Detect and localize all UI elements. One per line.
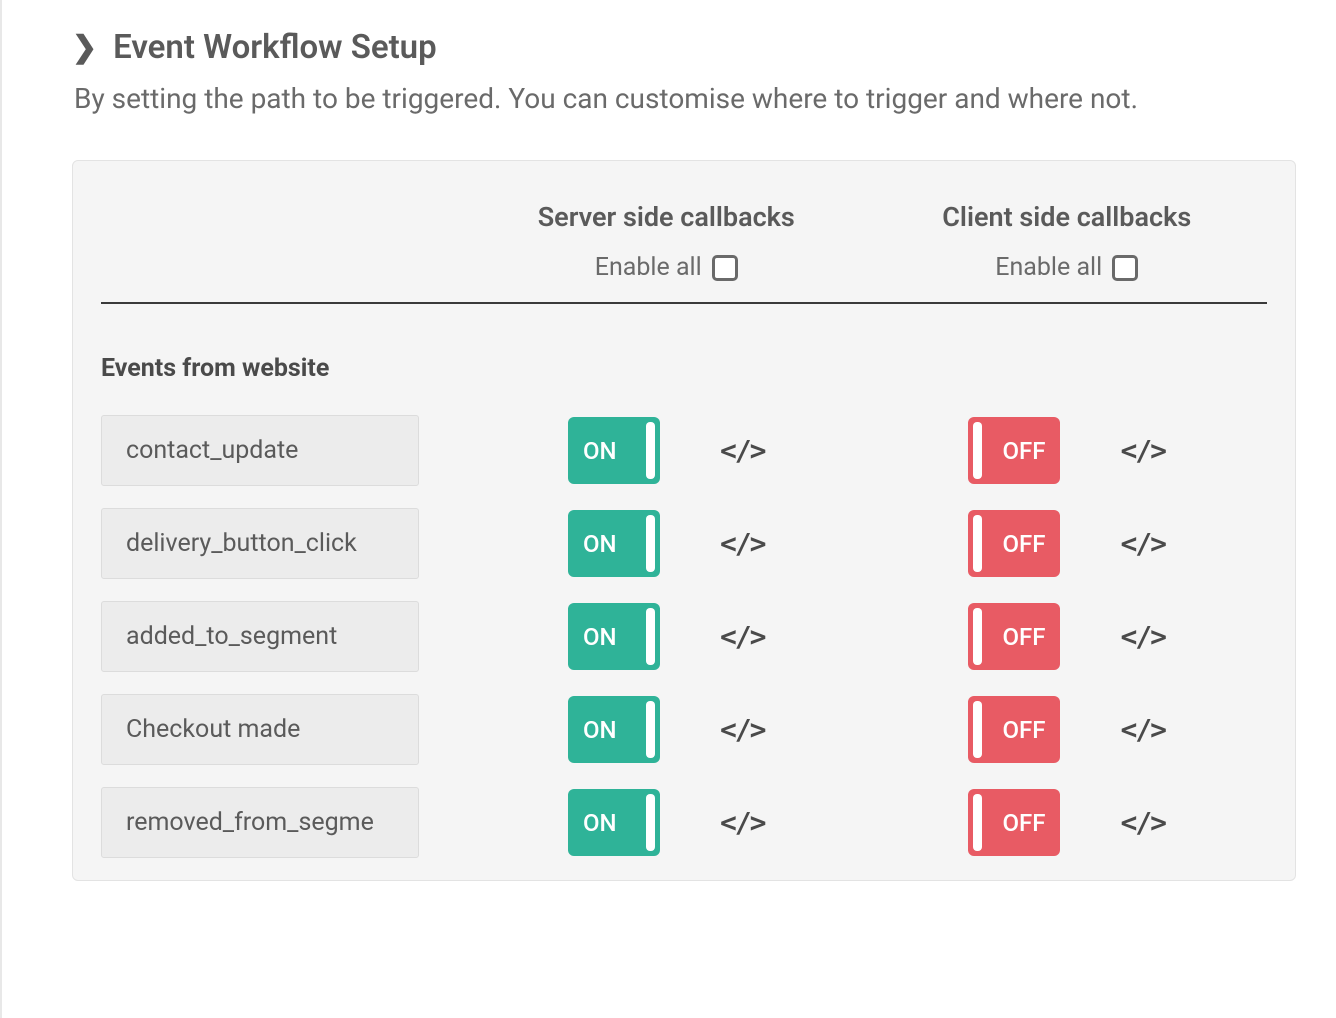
toggle-handle — [646, 794, 655, 851]
server-toggle[interactable]: ON — [568, 789, 660, 856]
event-row: contact_update ON </> OFF </> — [101, 415, 1267, 486]
code-icon[interactable]: </> — [1120, 434, 1165, 467]
toggle-handle — [646, 515, 655, 572]
toggle-label: ON — [573, 716, 627, 744]
server-enable-all-label: Enable all — [595, 253, 702, 282]
server-toggle[interactable]: ON — [568, 510, 660, 577]
toggle-handle — [973, 515, 982, 572]
client-toggle[interactable]: OFF — [968, 417, 1060, 484]
server-enable-all-checkbox[interactable] — [712, 255, 738, 281]
toggle-label: OFF — [992, 716, 1055, 744]
client-enable-all-label: Enable all — [995, 253, 1102, 282]
client-toggle[interactable]: OFF — [968, 603, 1060, 670]
code-icon[interactable]: </> — [720, 806, 765, 839]
code-icon[interactable]: </> — [1120, 620, 1165, 653]
event-row: delivery_button_click ON </> OFF </> — [101, 508, 1267, 579]
code-icon[interactable]: </> — [1120, 527, 1165, 560]
page-title: Event Workflow Setup — [113, 28, 437, 67]
toggle-handle — [973, 794, 982, 851]
section-title: Events from website — [101, 354, 1267, 383]
code-icon[interactable]: </> — [720, 713, 765, 746]
code-icon[interactable]: </> — [720, 434, 765, 467]
event-name: removed_from_segme — [101, 787, 419, 858]
toggle-label: OFF — [992, 623, 1055, 651]
event-name: Checkout made — [101, 694, 419, 765]
event-name: contact_update — [101, 415, 419, 486]
toggle-handle — [646, 422, 655, 479]
toggle-handle — [973, 701, 982, 758]
code-icon[interactable]: </> — [720, 620, 765, 653]
toggle-label: ON — [573, 437, 627, 465]
client-toggle[interactable]: OFF — [968, 696, 1060, 763]
toggle-label: OFF — [992, 437, 1055, 465]
server-callbacks-header: Server side callbacks — [466, 201, 867, 233]
toggle-label: ON — [573, 809, 627, 837]
event-name: delivery_button_click — [101, 508, 419, 579]
toggle-handle — [646, 701, 655, 758]
client-callbacks-header: Client side callbacks — [867, 201, 1268, 233]
events-panel: Server side callbacks Enable all Client … — [72, 160, 1296, 881]
toggle-label: OFF — [992, 809, 1055, 837]
toggle-label: ON — [573, 623, 627, 651]
page-description: By setting the path to be triggered. You… — [74, 77, 1296, 120]
toggle-handle — [646, 608, 655, 665]
code-icon[interactable]: </> — [1120, 806, 1165, 839]
event-row: Checkout made ON </> OFF </> — [101, 694, 1267, 765]
toggle-handle — [973, 422, 982, 479]
event-row: added_to_segment ON </> OFF </> — [101, 601, 1267, 672]
event-row: removed_from_segme ON </> OFF </> — [101, 787, 1267, 858]
client-toggle[interactable]: OFF — [968, 510, 1060, 577]
server-toggle[interactable]: ON — [568, 417, 660, 484]
toggle-handle — [973, 608, 982, 665]
client-enable-all-checkbox[interactable] — [1112, 255, 1138, 281]
code-icon[interactable]: </> — [720, 527, 765, 560]
client-toggle[interactable]: OFF — [968, 789, 1060, 856]
chevron-right-icon: ❯ — [72, 33, 97, 63]
code-icon[interactable]: </> — [1120, 713, 1165, 746]
server-toggle[interactable]: ON — [568, 603, 660, 670]
server-toggle[interactable]: ON — [568, 696, 660, 763]
toggle-label: OFF — [992, 530, 1055, 558]
event-name: added_to_segment — [101, 601, 419, 672]
toggle-label: ON — [573, 530, 627, 558]
